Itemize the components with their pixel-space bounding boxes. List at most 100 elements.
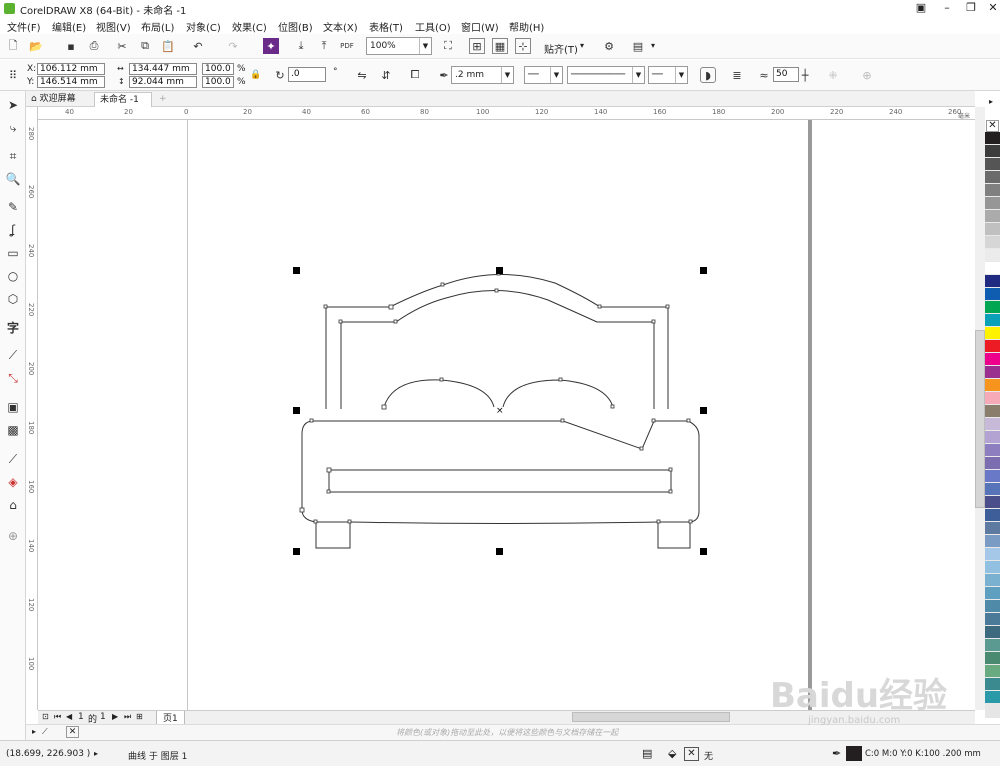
node [347, 519, 352, 524]
palette-swatch[interactable] [985, 223, 1000, 236]
palette-swatch[interactable] [985, 275, 1000, 288]
palette-swatch[interactable] [985, 548, 1000, 561]
palette-swatch[interactable] [985, 639, 1000, 652]
eyedropper-icon[interactable]: ⟋ [42, 727, 48, 737]
prev-page-icon[interactable]: ◀ [66, 712, 72, 721]
palette-swatch[interactable] [985, 600, 1000, 613]
total-pages: 1 [100, 712, 106, 722]
cursor-coordinates: (18.699, 226.903 ) [6, 749, 91, 759]
palette-swatch[interactable] [985, 236, 1000, 249]
node [597, 304, 602, 309]
palette-swatch[interactable] [985, 587, 1000, 600]
outline-pen-status-icon[interactable]: ✒ [832, 747, 841, 760]
add-page-icon[interactable]: ⊞ [136, 712, 143, 721]
selection-handle[interactable] [293, 407, 300, 414]
palette-swatch[interactable] [985, 288, 1000, 301]
watermark-url: jingyan.baidu.com [808, 715, 901, 726]
palette-swatch[interactable] [985, 366, 1000, 379]
palette-swatch[interactable] [985, 535, 1000, 548]
bed-drawing[interactable]: × [0, 0, 1000, 766]
palette-swatch[interactable] [985, 301, 1000, 314]
palette-swatch[interactable] [985, 561, 1000, 574]
node [688, 519, 693, 524]
vertical-scroll-thumb[interactable] [975, 330, 985, 508]
document-palette-bar: ▸ ⟋ ✕ 将颜色(或对象)拖动至此处，以便将这些颜色与文档存储在一起 [26, 724, 1000, 740]
no-color-swatch[interactable]: ✕ [986, 120, 999, 132]
palette-swatch[interactable] [985, 431, 1000, 444]
palette-swatch[interactable] [985, 470, 1000, 483]
node [651, 418, 656, 423]
palette-swatch[interactable] [985, 314, 1000, 327]
headboard-inner-curve [340, 289, 655, 409]
palette-swatch[interactable] [985, 184, 1000, 197]
palette-swatch[interactable] [985, 457, 1000, 470]
palette-swatch[interactable] [985, 691, 1000, 704]
selection-handle[interactable] [700, 267, 707, 274]
watermark-brand: Baidu经验 [770, 676, 948, 716]
bed-leg-left [315, 522, 351, 549]
palette-arrow-icon[interactable]: ▸ [32, 727, 36, 736]
palette-swatch[interactable] [985, 405, 1000, 418]
selection-handle[interactable] [496, 267, 503, 274]
palette-swatch[interactable] [985, 171, 1000, 184]
palette-swatch[interactable] [985, 509, 1000, 522]
next-page-icon[interactable]: ▶ [112, 712, 118, 721]
palette-swatch[interactable] [985, 340, 1000, 353]
node [338, 319, 343, 324]
palette-swatch[interactable] [985, 158, 1000, 171]
palette-swatch[interactable] [985, 665, 1000, 678]
status-bar: (18.699, 226.903 ) ▸ 曲线 于 图层 1 ▤ ⬙ ✕ 无 ✒… [0, 740, 1000, 766]
palette-scroll-up-icon[interactable]: ▸ [989, 97, 993, 106]
selection-handle[interactable] [293, 267, 300, 274]
horizontal-scroll-thumb[interactable] [572, 712, 730, 722]
palette-swatch[interactable] [985, 145, 1000, 158]
palette-swatch[interactable] [985, 496, 1000, 509]
palette-swatch[interactable] [985, 210, 1000, 223]
selection-handle[interactable] [700, 548, 707, 555]
outline-color-info: C:0 M:0 Y:0 K:100 .200 mm [865, 749, 981, 759]
no-fill-swatch-icon[interactable]: ✕ [684, 747, 699, 761]
palette-swatch[interactable] [985, 379, 1000, 392]
palette-swatch[interactable] [985, 678, 1000, 691]
palette-swatch[interactable] [985, 327, 1000, 340]
page-tab-1[interactable]: 页1 [156, 711, 185, 725]
palette-swatch[interactable] [985, 483, 1000, 496]
selection-handle[interactable] [700, 407, 707, 414]
outline-color-swatch[interactable] [846, 746, 862, 761]
palette-swatch[interactable] [985, 392, 1000, 405]
selection-handle[interactable] [496, 548, 503, 555]
node [639, 446, 644, 451]
first-page-icon[interactable]: ⊡ [42, 712, 49, 721]
palette-swatch[interactable] [985, 626, 1000, 639]
prev-page-first-icon[interactable]: ⏮ [54, 712, 61, 722]
node [299, 507, 305, 513]
node [313, 519, 318, 524]
node [494, 288, 499, 293]
status-arrow-icon[interactable]: ▸ [94, 749, 98, 758]
node [665, 304, 670, 309]
selection-handle[interactable] [293, 548, 300, 555]
palette-swatch[interactable] [985, 613, 1000, 626]
palette-swatch[interactable] [985, 132, 1000, 145]
palette-swatch[interactable] [985, 574, 1000, 587]
palette-swatch[interactable] [985, 444, 1000, 457]
no-fill-icon[interactable]: ✕ [66, 726, 79, 738]
palette-swatch[interactable] [985, 197, 1000, 210]
palette-swatch[interactable] [985, 652, 1000, 665]
center-marker-icon: × [496, 406, 504, 416]
color-palette[interactable] [985, 132, 1000, 718]
palette-swatch[interactable] [985, 262, 1000, 275]
fill-bucket-icon[interactable]: ⬙ [668, 747, 676, 760]
color-proof-icon[interactable]: ▤ [642, 747, 652, 760]
palette-swatch[interactable] [985, 522, 1000, 535]
bed-panel [328, 469, 672, 493]
node [610, 404, 615, 409]
headboard-outer-curve [325, 273, 669, 409]
pillow-right [502, 379, 614, 408]
palette-swatch[interactable] [985, 249, 1000, 262]
drag-hint-text: 将颜色(或对象)拖动至此处，以便将这些颜色与文档存储在一起 [396, 728, 619, 737]
palette-swatch[interactable] [985, 353, 1000, 366]
node [323, 304, 328, 309]
palette-swatch[interactable] [985, 418, 1000, 431]
last-page-icon[interactable]: ⏭ [124, 712, 131, 722]
